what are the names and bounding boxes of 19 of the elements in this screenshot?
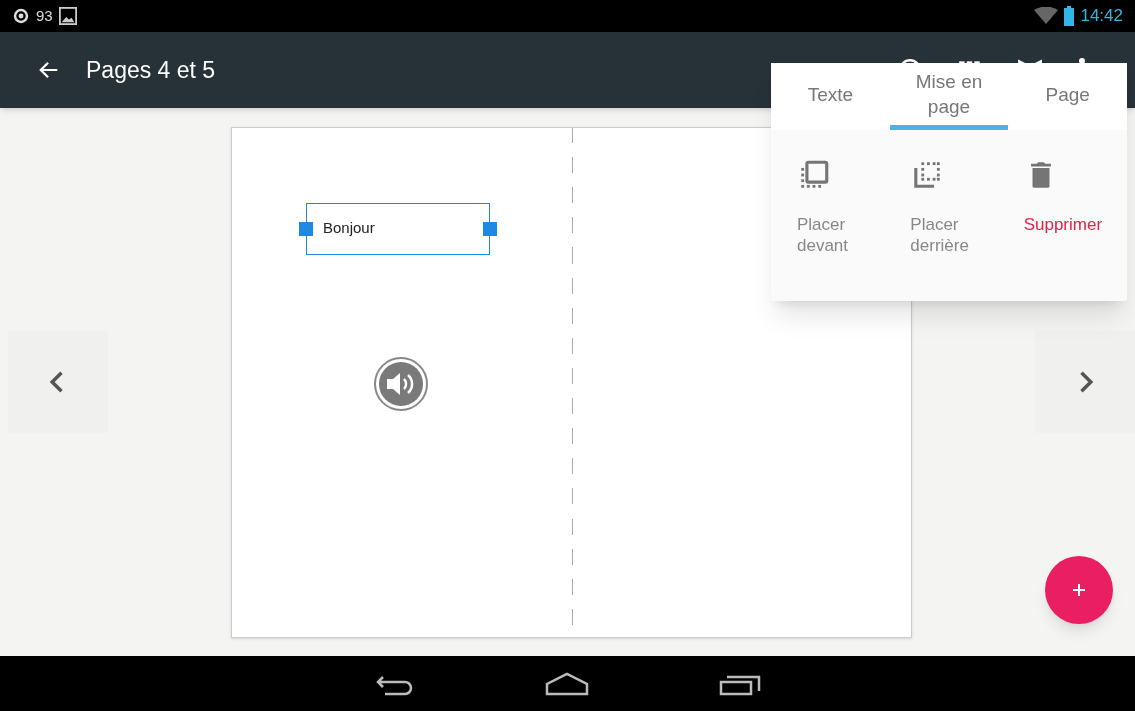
battery-icon [1064, 6, 1075, 26]
menu-action[interactable]: Supprimer [997, 158, 1111, 256]
menu-action[interactable]: Placer derrière [884, 158, 998, 256]
app-bar-title: Pages 4 et 5 [86, 55, 216, 85]
tab[interactable]: Page [1008, 63, 1127, 130]
home-icon[interactable] [544, 671, 589, 696]
notification-count: 93 [36, 5, 53, 26]
resize-handle[interactable] [483, 221, 497, 236]
menu-action[interactable]: Placer devant [771, 158, 885, 256]
speaker-icon[interactable] [374, 356, 428, 411]
clock: 14:42 [1080, 5, 1123, 28]
tab[interactable]: Texte [771, 63, 890, 130]
resize-handle[interactable] [299, 221, 313, 236]
text-box-text: Bonjour [323, 218, 375, 239]
tab[interactable]: Mise en page [889, 63, 1009, 130]
wifi-icon [1034, 7, 1059, 25]
image-icon [58, 7, 77, 25]
notification-icon [12, 7, 30, 25]
add-button[interactable] [1045, 556, 1113, 624]
